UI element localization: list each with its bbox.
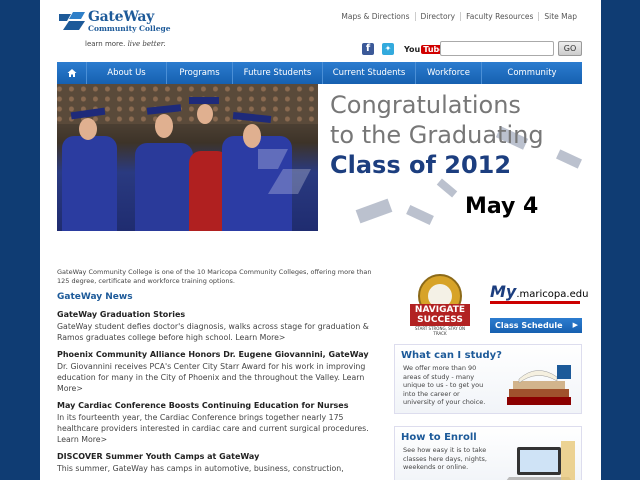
link-site-map[interactable]: Site Map [538,12,582,21]
logo-watermark-icon [258,149,311,194]
news-title[interactable]: May Cardiac Conference Boosts Continuing… [57,401,369,410]
card-body: See how easy it is to take classes here … [403,446,487,471]
utility-links: Maps & Directions Directory Faculty Reso… [336,12,582,21]
youtube-you: You [404,44,421,54]
card-title: What can I study? [401,350,502,361]
news-title[interactable]: GateWay Graduation Stories [57,310,369,319]
search-go-button[interactable]: GO [558,41,582,56]
hero-line-2: to the Graduating [330,121,544,149]
graduate-face [197,104,213,124]
home-icon[interactable] [57,62,87,84]
tagline: learn more. live better. [85,40,166,48]
badge-title: NAVIGATE SUCCESS [410,304,470,326]
college-logo[interactable]: GateWay Community College learn more. li… [57,9,197,51]
logo-name: GateWay [88,9,155,25]
nav-future-students[interactable]: Future Students [233,62,323,84]
page: GateWay Community College learn more. li… [40,0,601,480]
news-heading: GateWay News [57,292,133,302]
house-icon [67,69,76,77]
facebook-icon[interactable]: f [362,43,374,55]
what-can-i-study-card[interactable]: What can I study? We offer more than 90 … [394,344,582,414]
flying-cap-shape [355,198,393,224]
flying-cap-shape [436,178,458,198]
main-nav: About Us Programs Future Students Curren… [57,62,582,84]
graduates-photo [57,84,318,231]
twitter-icon[interactable]: ✦ [382,43,394,55]
badge-subtitle: START STRONG, STAY ON TRACK [414,326,466,336]
nav-about-us[interactable]: About Us [87,62,167,84]
graduate-figure [135,143,193,231]
nav-current-students[interactable]: Current Students [323,62,416,84]
logo-subtitle: Community College [88,24,171,33]
flying-cap-shape [556,149,582,169]
nav-programs[interactable]: Programs [167,62,233,84]
news-item: May Cardiac Conference Boosts Continuing… [57,401,369,445]
news-body: In its fourteenth year, the Cardiac Conf… [57,413,369,444]
crowd-background [57,84,318,124]
badge-line-1: NAVIGATE [414,305,466,315]
my-domain: .maricopa.edu [516,289,589,300]
graduate-figure [62,136,117,231]
news-title[interactable]: Phoenix Community Alliance Honors Dr. Eu… [57,350,369,359]
graduate-face [79,118,97,140]
social-links: f ✦ You Tube [362,43,449,55]
my-prefix: My [490,282,517,301]
news-body: GateWay student defies doctor's diagnosi… [57,322,369,342]
news-item: GateWay Graduation Stories GateWay stude… [57,310,369,343]
badge-line-2: SUCCESS [417,315,463,325]
logo-mark-icon [59,12,85,30]
news-item: Phoenix Community Alliance Honors Dr. Eu… [57,350,369,394]
news-body: This summer, GateWay has camps in automo… [57,464,344,473]
hero-banner[interactable]: Congratulations to the Graduating Class … [57,84,582,231]
class-schedule-button[interactable]: Class Schedule [490,318,582,333]
hero-headline: Congratulations to the Graduating Class … [330,90,544,180]
link-faculty-resources[interactable]: Faculty Resources [460,12,538,21]
tagline-italic: live better. [127,40,166,48]
tagline-plain: learn more. [85,40,126,48]
grad-cap [189,97,219,104]
card-body: We offer more than 90 areas of study - m… [403,364,486,406]
how-to-enroll-card[interactable]: How to Enroll See how easy it is to take… [394,426,582,480]
hero-line-1: Congratulations [330,91,521,119]
nav-community[interactable]: Community [482,62,582,84]
news-body: Dr. Giovannini receives PCA's Center Cit… [57,362,366,393]
graduate-face [155,114,173,138]
my-maricopa-underline [490,301,580,304]
search-input[interactable] [440,41,554,56]
news-title[interactable]: DISCOVER Summer Youth Camps at GateWay [57,452,369,461]
news-item: DISCOVER Summer Youth Camps at GateWay T… [57,452,369,474]
news-list: GateWay Graduation Stories GateWay stude… [57,310,369,480]
laptop-icon [506,441,575,480]
nav-workforce[interactable]: Workforce [416,62,482,84]
link-maps-directions[interactable]: Maps & Directions [336,12,414,21]
intro-text: GateWay Community College is one of the … [57,268,372,285]
my-maricopa-link[interactable]: My.maricopa.edu [490,282,588,301]
flying-cap-shape [406,204,434,226]
books-icon [507,365,571,405]
link-directory[interactable]: Directory [414,12,461,21]
card-title: How to Enroll [401,432,477,443]
hero-date: May 4 [465,194,539,219]
hero-line-3: Class of 2012 [330,151,512,179]
navigate-success-badge[interactable]: NAVIGATE SUCCESS START STRONG, STAY ON TR… [410,274,470,336]
